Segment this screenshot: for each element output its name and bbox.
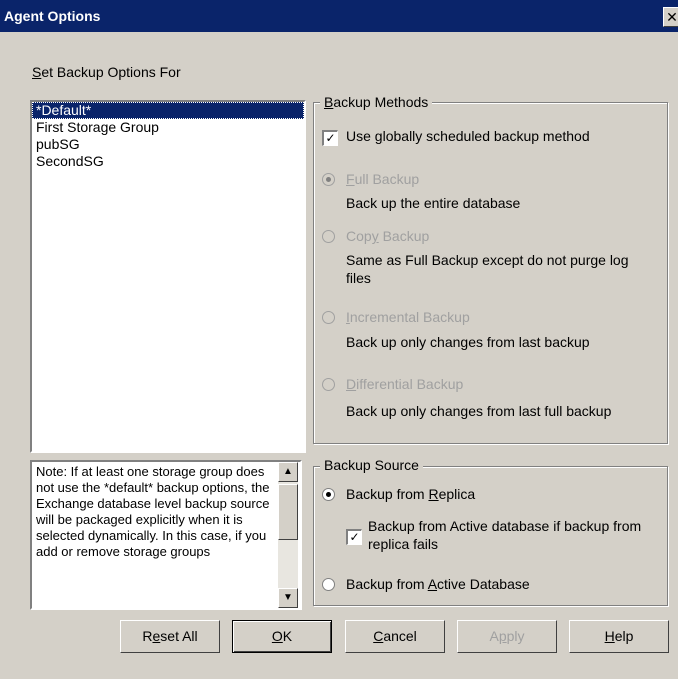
differential-backup-description: Back up only changes from last full back… <box>346 403 612 419</box>
use-global-checkbox[interactable]: ✓ <box>322 130 338 146</box>
note-scrollbar[interactable]: ▲ ▼ <box>278 462 298 608</box>
use-global-label[interactable]: Use globally scheduled backup method <box>346 128 590 144</box>
active-database-radio[interactable] <box>322 578 335 591</box>
incremental-backup-description: Back up only changes from last backup <box>346 334 590 350</box>
replica-label[interactable]: Backup from Replica <box>346 486 475 502</box>
fallback-active-label[interactable]: Backup from Active database if backup fr… <box>368 517 641 553</box>
incremental-backup-label[interactable]: Incremental Backup <box>346 309 470 325</box>
window-title: Agent Options <box>4 8 101 24</box>
radio-selected-dot <box>326 177 331 182</box>
full-backup-description: Back up the entire database <box>346 195 521 211</box>
check-icon: ✓ <box>349 530 360 544</box>
list-item[interactable]: First Storage Group <box>32 119 304 136</box>
storage-group-list[interactable]: *Default* First Storage Group pubSG Seco… <box>30 100 306 453</box>
incremental-backup-radio[interactable] <box>322 311 335 324</box>
scroll-down-icon[interactable]: ▼ <box>278 588 298 608</box>
check-icon: ✓ <box>325 131 336 145</box>
cancel-button[interactable]: Cancel <box>345 620 445 653</box>
note-text: Note: If at least one storage group does… <box>36 464 270 559</box>
fallback-active-checkbox[interactable]: ✓ <box>346 529 362 545</box>
copy-backup-description: Same as Full Backup except do not purge … <box>346 252 629 286</box>
reset-all-button[interactable]: Reset All <box>120 620 220 653</box>
active-database-label[interactable]: Backup from Active Database <box>346 576 530 592</box>
title-bar: Agent Options ✕ <box>0 0 678 32</box>
differential-backup-radio[interactable] <box>322 378 335 391</box>
ok-button[interactable]: OK <box>232 620 332 653</box>
close-icon[interactable]: ✕ <box>663 7 678 27</box>
replica-radio[interactable] <box>322 488 335 501</box>
backup-source-title: Backup Source <box>320 457 423 473</box>
list-item[interactable]: SecondSG <box>32 153 304 170</box>
full-backup-label[interactable]: Full Backup <box>346 171 419 187</box>
apply-button[interactable]: Apply <box>457 620 557 653</box>
radio-selected-dot <box>326 492 331 497</box>
full-backup-radio[interactable] <box>322 173 335 186</box>
scroll-thumb[interactable] <box>278 484 298 540</box>
set-backup-options-label: Set Backup Options For <box>32 64 181 80</box>
list-item[interactable]: *Default* <box>32 102 304 119</box>
differential-backup-label[interactable]: Differential Backup <box>346 376 463 392</box>
scroll-up-icon[interactable]: ▲ <box>278 462 298 482</box>
backup-methods-title: Backup Methods <box>320 94 433 110</box>
copy-backup-radio[interactable] <box>322 230 335 243</box>
note-textbox[interactable]: Note: If at least one storage group does… <box>30 460 302 610</box>
copy-backup-label[interactable]: Copy Backup <box>346 228 429 244</box>
list-item[interactable]: pubSG <box>32 136 304 153</box>
help-button[interactable]: Help <box>569 620 669 653</box>
